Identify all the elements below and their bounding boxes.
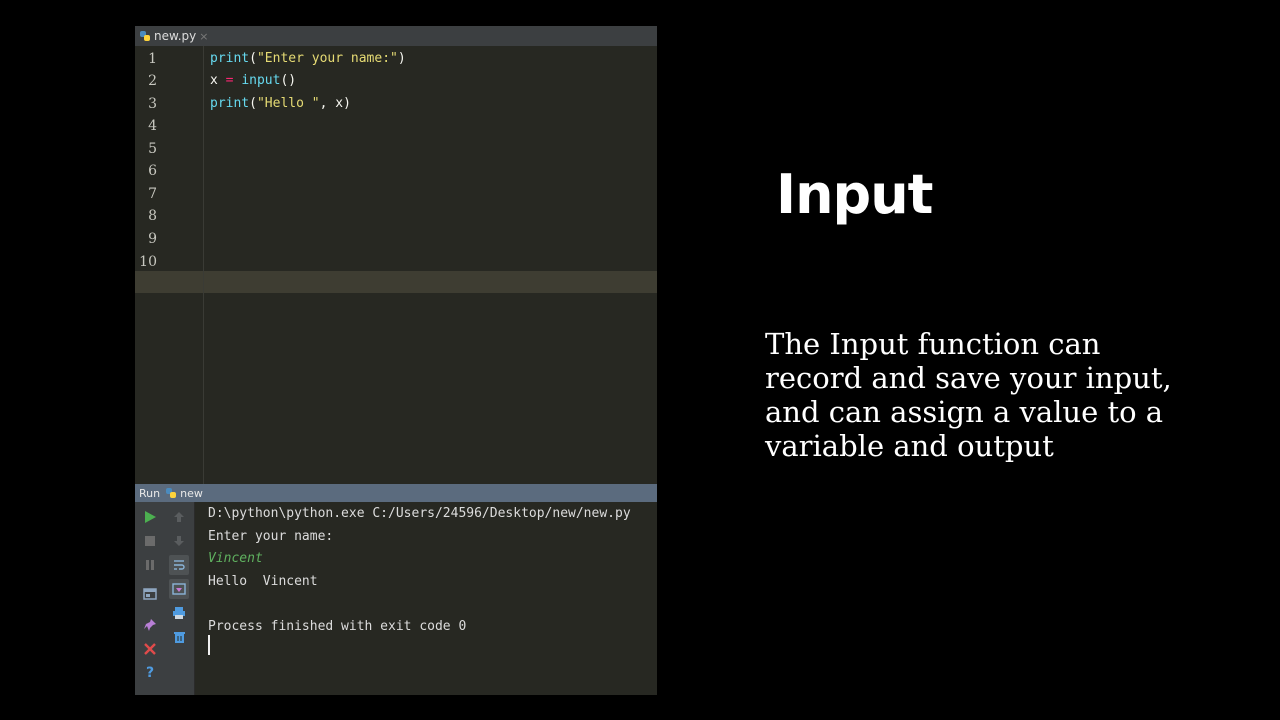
run-panel-header: Run new	[135, 484, 657, 502]
slide-title: Input	[776, 163, 933, 226]
current-line-highlight	[135, 271, 657, 293]
run-config-name[interactable]: new	[180, 487, 203, 500]
ide-window: new.py × 1 2 3 4 5 6 7 8 9 10 print("Ent…	[135, 26, 657, 695]
code-token: "Hello "	[256, 96, 320, 111]
run-toolbar-left: ?	[135, 502, 165, 695]
line-number-gutter: 1 2 3 4 5 6 7 8 9 10	[135, 46, 204, 484]
code-editor[interactable]: 1 2 3 4 5 6 7 8 9 10 print("Enter your n…	[135, 46, 657, 484]
scroll-to-end-icon[interactable]	[169, 579, 189, 599]
close-icon[interactable]	[140, 639, 160, 659]
console-command-line: D:\python\python.exe C:/Users/24596/Desk…	[208, 506, 631, 521]
pause-icon[interactable]	[140, 555, 160, 575]
code-line-3: print("Hello ", x)	[210, 93, 351, 115]
code-token: (	[249, 96, 257, 111]
run-label: Run	[139, 486, 161, 500]
console-caret	[208, 635, 210, 655]
console-output-line: Hello Vincent	[208, 574, 318, 589]
slide-description: The Input function can record and save y…	[765, 327, 1172, 463]
tab-filename: new.py	[154, 29, 197, 43]
line-number: 9	[148, 231, 157, 247]
line-number: 2	[148, 73, 157, 89]
tab-close-icon[interactable]: ×	[199, 30, 208, 43]
line-number: 10	[139, 254, 157, 270]
code-line-1: print("Enter your name:")	[210, 48, 406, 70]
line-number: 6	[148, 163, 157, 179]
up-arrow-icon[interactable]	[169, 507, 189, 527]
code-token: , x)	[319, 96, 351, 111]
line-number: 1	[148, 51, 157, 67]
down-arrow-icon[interactable]	[169, 531, 189, 551]
code-token: print	[210, 96, 250, 111]
line-number: 3	[148, 96, 157, 112]
code-token: ()	[280, 73, 297, 88]
console-user-input: Vincent	[208, 551, 263, 566]
python-run-config-icon	[166, 488, 177, 498]
run-icon[interactable]	[140, 507, 160, 527]
editor-tab-bar: new.py ×	[135, 26, 657, 46]
python-file-icon	[140, 31, 150, 41]
code-token: x	[210, 73, 218, 88]
line-number: 7	[148, 186, 157, 202]
help-icon[interactable]: ?	[140, 663, 160, 683]
soft-wrap-icon[interactable]	[169, 555, 189, 575]
console-exit-line: Process finished with exit code 0	[208, 619, 467, 634]
line-number: 5	[148, 141, 157, 157]
pin-icon[interactable]	[140, 615, 160, 635]
trash-icon[interactable]	[169, 627, 189, 647]
run-console[interactable]: D:\python\python.exe C:/Users/24596/Desk…	[195, 502, 657, 695]
layout-icon[interactable]	[140, 584, 160, 604]
code-token: print	[210, 51, 250, 66]
console-prompt-line: Enter your name:	[208, 529, 334, 544]
line-number: 4	[148, 118, 157, 134]
run-toolbar-right	[165, 502, 195, 695]
line-number: 8	[148, 208, 157, 224]
tab-new-py[interactable]: new.py ×	[139, 26, 208, 46]
code-token: "Enter your name:"	[256, 51, 398, 66]
code-token: (	[249, 51, 257, 66]
stop-icon[interactable]	[140, 531, 160, 551]
code-token: )	[397, 51, 406, 66]
code-token: =	[217, 73, 242, 88]
print-icon[interactable]	[169, 603, 189, 623]
code-line-2: x = input()	[210, 70, 296, 92]
code-token: input	[241, 73, 281, 88]
